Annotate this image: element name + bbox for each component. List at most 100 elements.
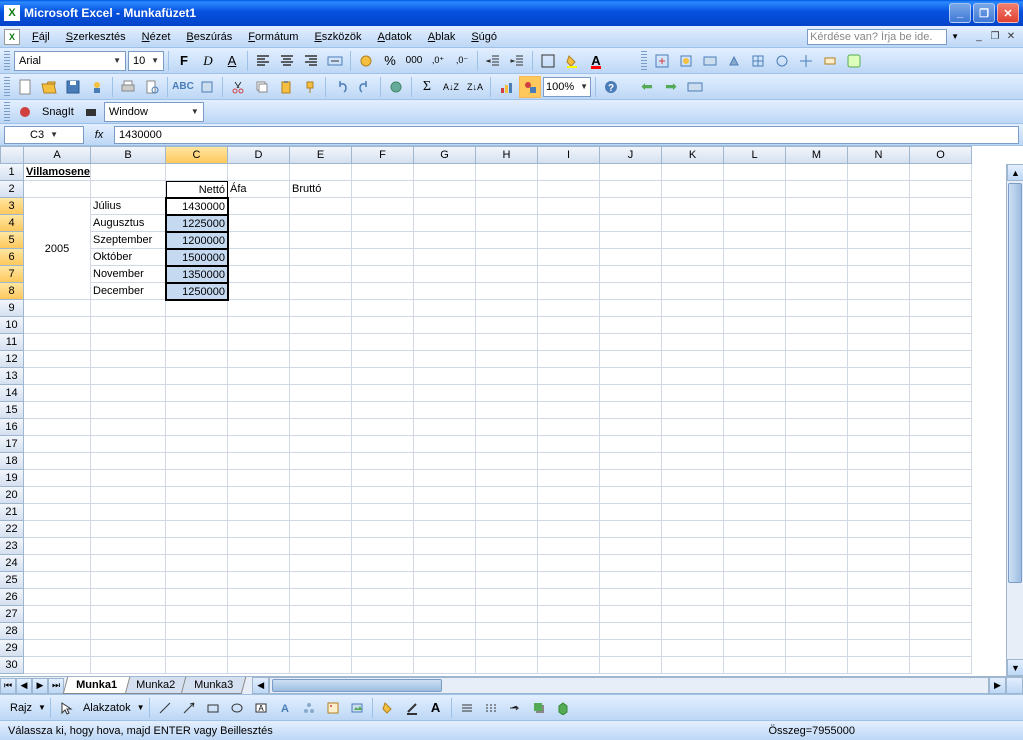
cell-D16[interactable] [228, 419, 290, 436]
cell-B19[interactable] [91, 470, 166, 487]
cell-J5[interactable] [600, 232, 662, 249]
cell-C23[interactable] [166, 538, 228, 555]
cell-D10[interactable] [228, 317, 290, 334]
cell-I3[interactable] [538, 198, 600, 215]
cell-C15[interactable] [166, 402, 228, 419]
cell-I5[interactable] [538, 232, 600, 249]
align-right-button[interactable] [300, 50, 322, 72]
cell-I9[interactable] [538, 300, 600, 317]
cell-G19[interactable] [414, 470, 476, 487]
redo-button[interactable] [354, 76, 376, 98]
cell-H23[interactable] [476, 538, 538, 555]
cell-A16[interactable] [24, 419, 91, 436]
cell-H21[interactable] [476, 504, 538, 521]
cell-F18[interactable] [352, 453, 414, 470]
close-button[interactable]: ✕ [997, 3, 1019, 23]
cell-J14[interactable] [600, 385, 662, 402]
cell-C6[interactable]: 1500000 [166, 249, 228, 266]
cell-H19[interactable] [476, 470, 538, 487]
cell-N3[interactable] [848, 198, 910, 215]
cell-F29[interactable] [352, 640, 414, 657]
cell-E10[interactable] [290, 317, 352, 334]
cell-H8[interactable] [476, 283, 538, 300]
cell-B18[interactable] [91, 453, 166, 470]
cell-F12[interactable] [352, 351, 414, 368]
copy-button[interactable] [251, 76, 273, 98]
cell-O21[interactable] [910, 504, 972, 521]
cell-I4[interactable] [538, 215, 600, 232]
menu-ablak[interactable]: Ablak [420, 29, 464, 45]
cell-B10[interactable] [91, 317, 166, 334]
cell-O8[interactable] [910, 283, 972, 300]
cell-E23[interactable] [290, 538, 352, 555]
name-box[interactable]: C3▼ [4, 126, 84, 144]
cell-G27[interactable] [414, 606, 476, 623]
cell-N23[interactable] [848, 538, 910, 555]
cell-A3-A8-merged[interactable]: 2005 [24, 198, 91, 300]
cell-F16[interactable] [352, 419, 414, 436]
cell-A2[interactable] [24, 181, 91, 198]
custom-btn-4[interactable] [723, 50, 745, 72]
cell-L20[interactable] [724, 487, 786, 504]
cell-G21[interactable] [414, 504, 476, 521]
cell-E28[interactable] [290, 623, 352, 640]
row-header-12[interactable]: 12 [0, 351, 24, 368]
cell-G6[interactable] [414, 249, 476, 266]
diagram-button[interactable] [298, 697, 320, 719]
fill-color-button[interactable] [561, 50, 583, 72]
cell-H29[interactable] [476, 640, 538, 657]
cell-K13[interactable] [662, 368, 724, 385]
row-header-14[interactable]: 14 [0, 385, 24, 402]
mdi-minimize-button[interactable]: _ [971, 30, 987, 44]
cell-I15[interactable] [538, 402, 600, 419]
increase-indent-button[interactable] [506, 50, 528, 72]
cell-A12[interactable] [24, 351, 91, 368]
cell-H26[interactable] [476, 589, 538, 606]
cell-D24[interactable] [228, 555, 290, 572]
merge-center-button[interactable] [324, 50, 346, 72]
percent-button[interactable]: % [379, 50, 401, 72]
cell-E27[interactable] [290, 606, 352, 623]
cell-B4[interactable]: Augusztus [91, 215, 166, 232]
cell-K4[interactable] [662, 215, 724, 232]
cell-M30[interactable] [786, 657, 848, 674]
col-header-G[interactable]: G [414, 146, 476, 164]
row-header-3[interactable]: 3 [0, 198, 24, 215]
cell-J3[interactable] [600, 198, 662, 215]
row-header-17[interactable]: 17 [0, 436, 24, 453]
cell-G2[interactable] [414, 181, 476, 198]
cell-K25[interactable] [662, 572, 724, 589]
col-header-J[interactable]: J [600, 146, 662, 164]
cell-F1[interactable] [352, 164, 414, 181]
cell-G20[interactable] [414, 487, 476, 504]
tab-nav-last[interactable]: ⏭ [48, 678, 64, 694]
cell-F15[interactable] [352, 402, 414, 419]
menu-nézet[interactable]: Nézet [134, 29, 179, 45]
cell-O25[interactable] [910, 572, 972, 589]
cell-O16[interactable] [910, 419, 972, 436]
cell-F11[interactable] [352, 334, 414, 351]
cell-N10[interactable] [848, 317, 910, 334]
cell-N22[interactable] [848, 521, 910, 538]
cell-G28[interactable] [414, 623, 476, 640]
custom-btn-6[interactable] [771, 50, 793, 72]
cell-M28[interactable] [786, 623, 848, 640]
cell-J18[interactable] [600, 453, 662, 470]
save-button[interactable] [62, 76, 84, 98]
cell-C11[interactable] [166, 334, 228, 351]
col-header-E[interactable]: E [290, 146, 352, 164]
cell-B15[interactable] [91, 402, 166, 419]
cell-A20[interactable] [24, 487, 91, 504]
row-header-18[interactable]: 18 [0, 453, 24, 470]
cell-N8[interactable] [848, 283, 910, 300]
cell-I13[interactable] [538, 368, 600, 385]
cell-F10[interactable] [352, 317, 414, 334]
cell-E13[interactable] [290, 368, 352, 385]
cell-I23[interactable] [538, 538, 600, 555]
cell-E20[interactable] [290, 487, 352, 504]
cell-O11[interactable] [910, 334, 972, 351]
cell-B3[interactable]: Július [91, 198, 166, 215]
cell-L30[interactable] [724, 657, 786, 674]
cell-G13[interactable] [414, 368, 476, 385]
cell-A21[interactable] [24, 504, 91, 521]
